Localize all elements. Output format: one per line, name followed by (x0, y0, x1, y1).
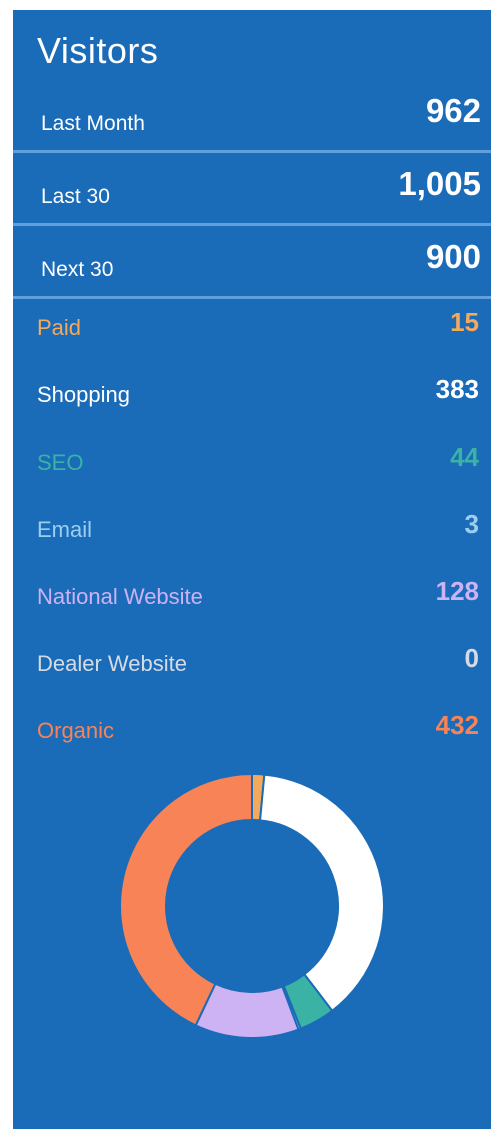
visitors-panel: Visitors Last Month 962 Last 30 1,005 Ne… (13, 10, 491, 1129)
source-row-dealer-website: Dealer Website 0 (13, 643, 491, 683)
source-label: Organic (37, 718, 115, 743)
summary-row-last-month: Last Month 962 (13, 80, 491, 150)
donut-slice-organic (119, 772, 253, 1027)
summary-label: Next 30 (41, 258, 114, 281)
source-label: Email (37, 517, 93, 542)
source-value: 432 (435, 710, 479, 740)
summary-label: Last 30 (41, 185, 110, 208)
summary-value: 900 (425, 238, 481, 275)
source-row-email: Email 3 (13, 509, 491, 549)
source-value: 44 (450, 442, 479, 472)
source-label: National Website (37, 584, 203, 609)
summary-value: 962 (425, 92, 481, 129)
source-value: 3 (464, 509, 479, 539)
source-row-paid: Paid 15 (13, 307, 491, 347)
panel-title: Visitors (37, 30, 159, 71)
donut-chart-svg (119, 772, 385, 1039)
summary-row-next-30: Next 30 900 (13, 226, 491, 296)
source-label: Dealer Website (37, 651, 187, 676)
source-row-organic: Organic 432 (13, 710, 491, 750)
source-value: 128 (435, 576, 479, 606)
donut-slice-shopping (258, 773, 385, 1013)
source-label: Shopping (37, 382, 130, 407)
summary-value: 1,005 (398, 165, 481, 202)
divider (13, 296, 491, 299)
source-label: SEO (37, 450, 84, 475)
source-row-shopping: Shopping 383 (13, 374, 491, 414)
summary-row-last-30: Last 30 1,005 (13, 153, 491, 223)
source-row-national-website: National Website 128 (13, 576, 491, 616)
source-value: 15 (450, 307, 479, 337)
visitors-donut-chart (118, 772, 386, 1040)
source-label: Paid (37, 315, 82, 340)
source-value: 383 (435, 374, 479, 404)
summary-label: Last Month (41, 112, 145, 135)
source-row-seo: SEO 44 (13, 442, 491, 482)
source-value: 0 (464, 643, 479, 673)
